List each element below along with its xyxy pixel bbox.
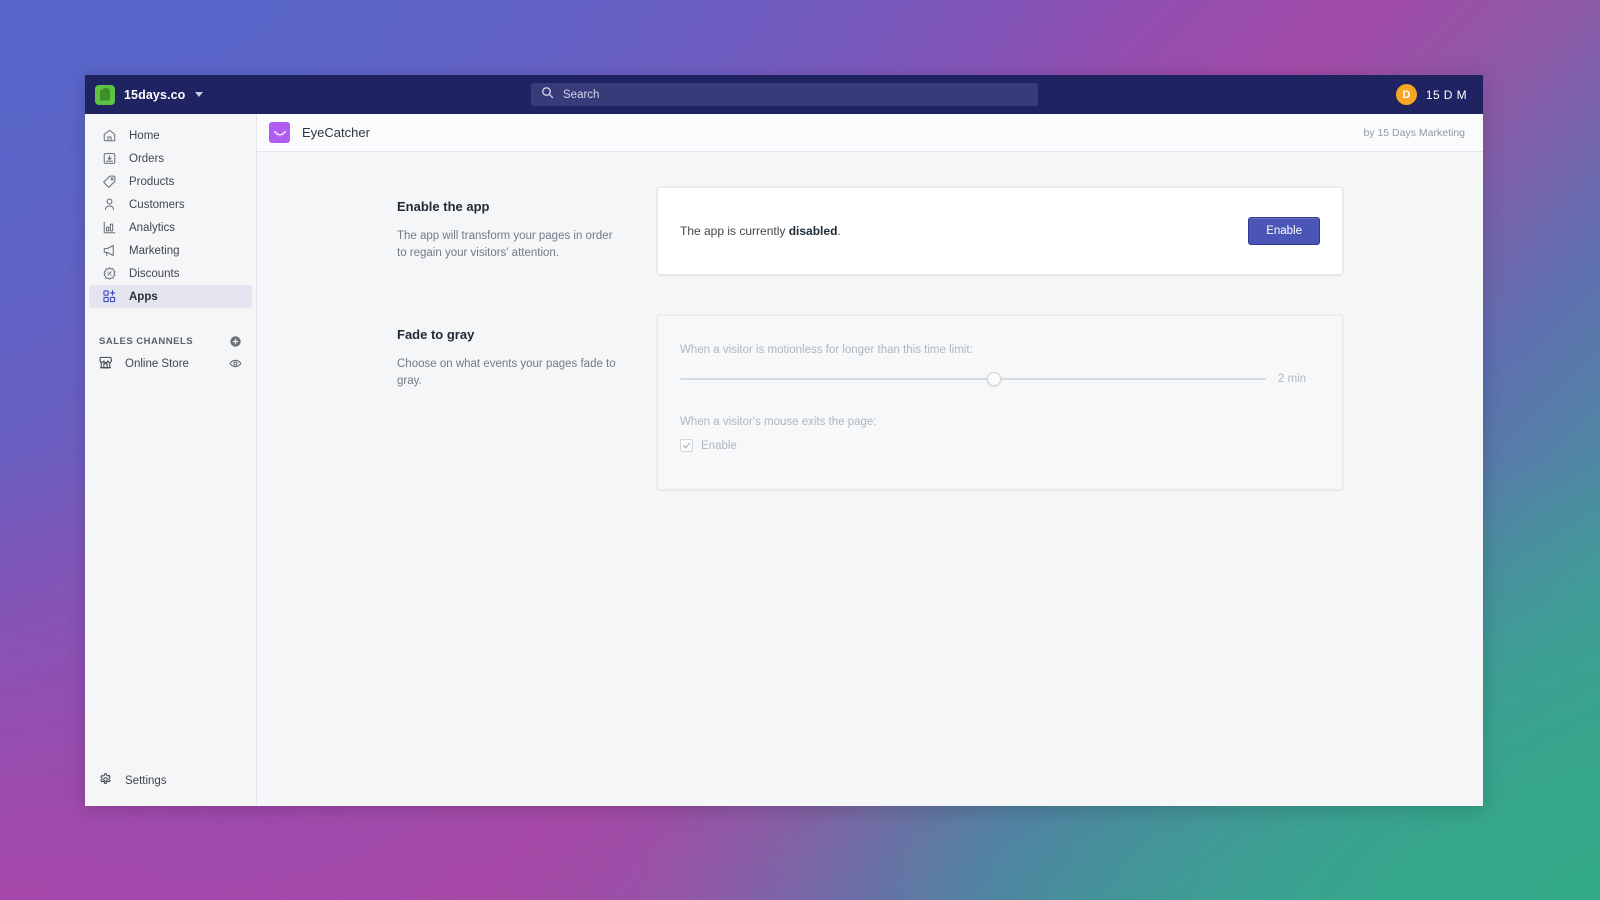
- mouse-exit-enable-row[interactable]: Enable: [680, 439, 1320, 452]
- search-icon: [541, 86, 554, 104]
- section-title: Fade to gray: [397, 327, 475, 342]
- eye-icon[interactable]: [229, 357, 242, 370]
- motionless-slider-row: 2 min: [680, 372, 1320, 386]
- sales-channels-header: SALES CHANNELS: [85, 330, 256, 352]
- fade-to-gray-card: When a visitor is motionless for longer …: [657, 315, 1343, 490]
- settings-content: Enable the app The app will transform yo…: [257, 152, 1483, 806]
- slider-track: [680, 378, 1266, 380]
- home-icon: [102, 128, 117, 143]
- sidebar-item-products[interactable]: Products: [89, 170, 252, 193]
- shop-name: 15days.co: [124, 87, 186, 102]
- megaphone-icon: [102, 243, 117, 258]
- sidebar-item-home[interactable]: Home: [89, 124, 252, 147]
- motionless-slider-label: When a visitor is motionless for longer …: [680, 344, 973, 356]
- sidebar-item-orders[interactable]: Orders: [89, 147, 252, 170]
- slider-thumb[interactable]: [986, 372, 1001, 386]
- app-identity: EyeCatcher: [269, 122, 370, 143]
- sidebar-item-label: Home: [129, 129, 160, 142]
- mouse-exit-label: When a visitor's mouse exits the page:: [680, 416, 877, 428]
- sidebar-item-settings[interactable]: Settings: [85, 769, 256, 792]
- tag-icon: [102, 174, 117, 189]
- avatar: D: [1395, 84, 1417, 105]
- section-description-column: Fade to gray Choose on what events your …: [397, 315, 622, 490]
- main-content: EyeCatcher by 15 Days Marketing Enable t…: [257, 114, 1483, 806]
- sidebar-item-label: Settings: [125, 774, 167, 787]
- eyecatcher-eye-icon: [269, 122, 290, 143]
- section-description-column: Enable the app The app will transform yo…: [397, 187, 622, 275]
- orders-icon: [102, 151, 117, 166]
- app-status-text: The app is currently disabled.: [680, 224, 841, 238]
- page-title: EyeCatcher: [302, 125, 370, 140]
- app-developer: by 15 Days Marketing: [1363, 126, 1465, 139]
- sidebar-item-apps[interactable]: Apps: [89, 285, 252, 308]
- slider-value-label: 2 min: [1278, 373, 1307, 385]
- app-header-bar: EyeCatcher by 15 Days Marketing: [257, 114, 1483, 152]
- search-placeholder: Search: [563, 88, 600, 101]
- storefront-icon: [98, 355, 113, 373]
- gear-icon: [98, 772, 113, 790]
- sales-channels-heading: SALES CHANNELS: [99, 335, 194, 347]
- enable-checkbox[interactable]: [680, 439, 693, 452]
- search-input[interactable]: Search: [531, 83, 1038, 106]
- sidebar-item-label: Orders: [129, 152, 165, 165]
- section-fade-to-gray: Fade to gray Choose on what events your …: [397, 315, 1343, 490]
- sidebar-item-label: Discounts: [129, 267, 180, 280]
- enable-checkbox-label: Enable: [701, 439, 737, 452]
- enable-app-card: The app is currently disabled. Enable: [657, 187, 1343, 275]
- motionless-time-slider[interactable]: [680, 372, 1266, 386]
- sidebar-item-label: Marketing: [129, 244, 180, 257]
- sidebar-item-online-store[interactable]: Online Store: [85, 352, 256, 375]
- bar-chart-icon: [102, 220, 117, 235]
- sidebar-item-label: Customers: [129, 198, 185, 211]
- window-body: Home Orders Products Customers Analytics…: [85, 114, 1483, 806]
- section-title: Enable the app: [397, 199, 490, 214]
- sidebar: Home Orders Products Customers Analytics…: [85, 114, 257, 806]
- sidebar-item-label: Online Store: [125, 357, 189, 370]
- status-badge: disabled: [788, 224, 838, 238]
- sidebar-item-discounts[interactable]: Discounts: [89, 262, 252, 285]
- sidebar-item-label: Analytics: [129, 221, 176, 234]
- status-prefix: The app is currently: [680, 224, 789, 238]
- sidebar-item-customers[interactable]: Customers: [89, 193, 252, 216]
- top-bar: 15days.co Search D 15 D M: [85, 75, 1483, 114]
- search-container: Search: [531, 83, 1038, 106]
- shopify-bag-icon: [95, 84, 115, 105]
- enable-button[interactable]: Enable: [1248, 217, 1320, 245]
- sidebar-item-analytics[interactable]: Analytics: [89, 216, 252, 239]
- section-description: The app will transform your pages in ord…: [397, 230, 613, 259]
- plus-circle-icon[interactable]: [229, 335, 242, 348]
- chevron-down-icon: [195, 92, 204, 97]
- section-description: Choose on what events your pages fade to…: [397, 358, 616, 387]
- discount-icon: [102, 266, 117, 281]
- sidebar-item-label: Products: [129, 175, 175, 188]
- shop-switcher[interactable]: 15days.co: [85, 84, 257, 105]
- section-enable-the-app: Enable the app The app will transform yo…: [397, 187, 1343, 275]
- status-suffix: .: [837, 224, 841, 238]
- user-menu[interactable]: D 15 D M: [1395, 84, 1467, 105]
- sidebar-item-marketing[interactable]: Marketing: [89, 239, 252, 262]
- user-name-label: 15 D M: [1425, 87, 1467, 102]
- sidebar-item-label: Apps: [129, 290, 158, 303]
- section-card-column: The app is currently disabled. Enable: [657, 187, 1343, 275]
- apps-grid-icon: [102, 289, 117, 304]
- section-card-column: When a visitor is motionless for longer …: [657, 315, 1343, 490]
- shopify-admin-window: 15days.co Search D 15 D M Home Orders Pr…: [85, 75, 1483, 806]
- person-icon: [102, 197, 117, 212]
